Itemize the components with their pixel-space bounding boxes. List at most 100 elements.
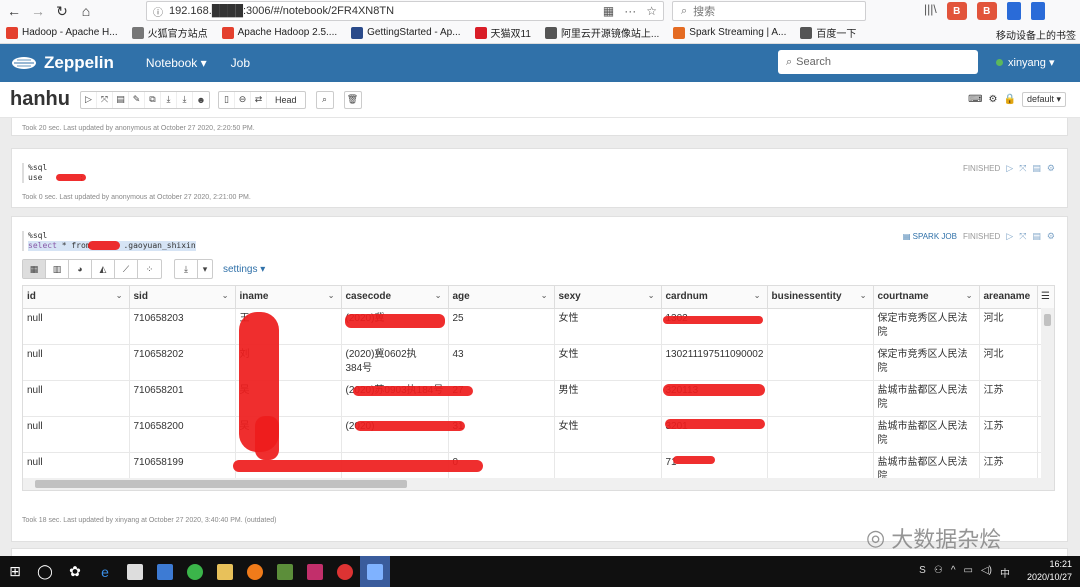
spark-job-link[interactable]: ▤ SPARK JOB bbox=[903, 232, 957, 241]
windows-start-icon[interactable]: ⊞ bbox=[0, 556, 30, 587]
feishu-icon[interactable] bbox=[360, 556, 390, 587]
store-icon[interactable] bbox=[120, 556, 150, 587]
paragraph-settings-icon[interactable]: ⚙ bbox=[1047, 231, 1055, 242]
toggle-output-icon[interactable]: ▤ bbox=[1032, 163, 1041, 174]
column-header[interactable]: sexy ⌄ bbox=[554, 286, 662, 309]
extension-icon-2[interactable]: B bbox=[976, 2, 997, 20]
version-file-icon[interactable]: ▯ bbox=[219, 91, 235, 108]
run-all-icon[interactable]: ▷ bbox=[81, 91, 97, 108]
column-menu-icon[interactable]: ⌄ bbox=[860, 291, 867, 300]
app-icon[interactable] bbox=[330, 556, 360, 587]
clone-icon[interactable]: ⧉ bbox=[145, 91, 161, 108]
360-icon[interactable] bbox=[180, 556, 210, 587]
network-icon[interactable]: ▭ bbox=[964, 565, 973, 580]
bookmark-star-icon[interactable]: ☆ bbox=[646, 4, 657, 18]
bookmark-item[interactable]: GettingStarted - Ap... bbox=[351, 26, 461, 39]
vertical-scrollbar[interactable] bbox=[1041, 308, 1054, 480]
user-menu[interactable]: xinyang ▾ bbox=[996, 56, 1055, 69]
scatter-chart-icon[interactable]: ⁘ bbox=[138, 260, 161, 278]
users-icon[interactable]: ☻ bbox=[193, 92, 209, 108]
column-header[interactable]: id ⌄ bbox=[23, 286, 130, 309]
intellij-icon[interactable] bbox=[300, 556, 330, 587]
reload-icon[interactable]: ↻ bbox=[52, 1, 72, 21]
line-chart-icon[interactable]: ⟋ bbox=[115, 260, 138, 278]
download-icon[interactable]: ⤓ bbox=[175, 260, 198, 278]
extension-icon[interactable]: B bbox=[946, 2, 967, 20]
zeppelin-logo[interactable]: Zeppelin bbox=[10, 53, 114, 73]
column-menu-icon[interactable]: ⌄ bbox=[222, 291, 229, 300]
page-info-icon[interactable]: ⓘ bbox=[153, 4, 163, 19]
tray-expand-icon[interactable]: ^ bbox=[951, 565, 956, 580]
bookmark-item[interactable]: Hadoop - Apache H... bbox=[6, 26, 118, 39]
keyboard-icon[interactable]: ⌨ bbox=[968, 94, 982, 105]
column-header[interactable]: sid ⌄ bbox=[129, 286, 236, 309]
home-icon[interactable]: ⌂ bbox=[76, 1, 96, 21]
explorer-icon[interactable] bbox=[210, 556, 240, 587]
zeppelin-search-input[interactable]: ⌕ Search bbox=[778, 50, 978, 74]
download-icon[interactable]: ⤓ bbox=[177, 91, 193, 108]
toggle-output-icon[interactable]: ▤ bbox=[1032, 231, 1041, 242]
bar-chart-icon[interactable]: ▥ bbox=[46, 260, 69, 278]
bookmark-item[interactable]: Spark Streaming | A... bbox=[673, 26, 786, 39]
mail-icon[interactable] bbox=[150, 556, 180, 587]
column-header[interactable]: age ⌄ bbox=[448, 286, 555, 309]
gear-icon[interactable]: ⚙ bbox=[989, 94, 998, 105]
extension-icon-3[interactable] bbox=[1006, 2, 1021, 20]
column-menu-icon[interactable]: ⌄ bbox=[328, 291, 335, 300]
download-dropdown-icon[interactable]: ▾ bbox=[198, 260, 212, 278]
horizontal-scrollbar[interactable] bbox=[23, 478, 1054, 490]
bookmark-item[interactable]: 百度一下 bbox=[800, 25, 856, 40]
area-chart-icon[interactable]: ◭ bbox=[92, 260, 115, 278]
run-paragraph-icon[interactable]: ▷ bbox=[1006, 231, 1013, 242]
column-menu-icon[interactable]: ⌄ bbox=[648, 291, 655, 300]
paragraph-settings-icon[interactable]: ⚙ bbox=[1047, 163, 1055, 174]
trash-icon[interactable]: 🗑 bbox=[345, 92, 361, 108]
bookmark-item[interactable]: 火狐官方站点 bbox=[131, 25, 208, 40]
url-bar[interactable]: ⓘ 192.168.████:3006/#/notebook/2FR4XN8TN… bbox=[146, 1, 664, 21]
export-icon[interactable]: ⤓ bbox=[161, 91, 177, 108]
column-header[interactable]: courtname ⌄ bbox=[873, 286, 980, 309]
column-menu-icon[interactable]: ⌄ bbox=[754, 291, 761, 300]
column-header[interactable]: cardnum ⌄ bbox=[661, 286, 768, 309]
toggle-editor-icon[interactable]: ⤧ bbox=[1019, 231, 1026, 242]
nav-notebook[interactable]: Notebook ▾ bbox=[146, 56, 207, 70]
library-icon[interactable]: |||\ bbox=[924, 2, 937, 20]
toggle-editor-icon[interactable]: ⤧ bbox=[1019, 163, 1026, 174]
clock[interactable]: 16:21 2020/10/27 bbox=[1027, 558, 1072, 584]
head-button[interactable]: Head bbox=[267, 92, 305, 108]
column-header[interactable]: casecode ⌄ bbox=[341, 286, 449, 309]
ime-icon[interactable]: 中 bbox=[1000, 565, 1010, 580]
forward-icon[interactable]: → bbox=[28, 1, 48, 21]
column-header[interactable]: areaname bbox=[979, 286, 1038, 309]
firefox-icon[interactable] bbox=[240, 556, 270, 587]
column-header[interactable]: iname ⌄ bbox=[235, 286, 342, 309]
task-view-icon[interactable]: ✿ bbox=[60, 556, 90, 587]
people-icon[interactable]: ⚇ bbox=[934, 565, 943, 580]
qr-icon[interactable]: ▦ bbox=[603, 4, 614, 18]
clear-output-icon[interactable]: ✎ bbox=[129, 91, 145, 108]
bookmark-item[interactable]: 阿里云开源镜像站上... bbox=[544, 25, 659, 40]
bookmark-item[interactable]: 天猫双11 bbox=[474, 25, 531, 40]
edge-icon[interactable]: e bbox=[90, 556, 120, 587]
browser-search-input[interactable]: ⌕ 搜索 bbox=[672, 1, 866, 21]
back-icon[interactable]: ← bbox=[4, 1, 24, 21]
notebook-title[interactable]: hanhu bbox=[10, 88, 70, 111]
grid-menu-icon[interactable]: ☰ bbox=[1037, 286, 1054, 309]
nav-job[interactable]: Job bbox=[231, 56, 250, 70]
table-view-icon[interactable]: ▦ bbox=[23, 260, 46, 278]
column-menu-icon[interactable]: ⌄ bbox=[541, 291, 548, 300]
interpreter-binding-select[interactable]: default ▾ bbox=[1021, 92, 1066, 107]
lock-icon[interactable]: 🔒 bbox=[1004, 94, 1016, 105]
column-menu-icon[interactable]: ⌄ bbox=[116, 291, 123, 300]
search-icon[interactable]: ◯ bbox=[30, 556, 60, 587]
extension-icon-4[interactable] bbox=[1030, 2, 1045, 20]
mobile-bookmarks-link[interactable]: 移动设备上的书签 bbox=[996, 27, 1076, 42]
run-paragraph-icon[interactable]: ▷ bbox=[1006, 163, 1013, 174]
toggle-code-icon[interactable]: ⤧ bbox=[97, 91, 113, 108]
bookmark-item[interactable]: Apache Hadoop 2.5.... bbox=[221, 26, 337, 39]
version-compare-icon[interactable]: ⇄ bbox=[251, 91, 267, 108]
column-menu-icon[interactable]: ⌄ bbox=[435, 291, 442, 300]
search-code-icon[interactable]: ⌕ bbox=[317, 92, 333, 108]
more-icon[interactable]: ··· bbox=[624, 4, 636, 18]
notepad-icon[interactable] bbox=[270, 556, 300, 587]
